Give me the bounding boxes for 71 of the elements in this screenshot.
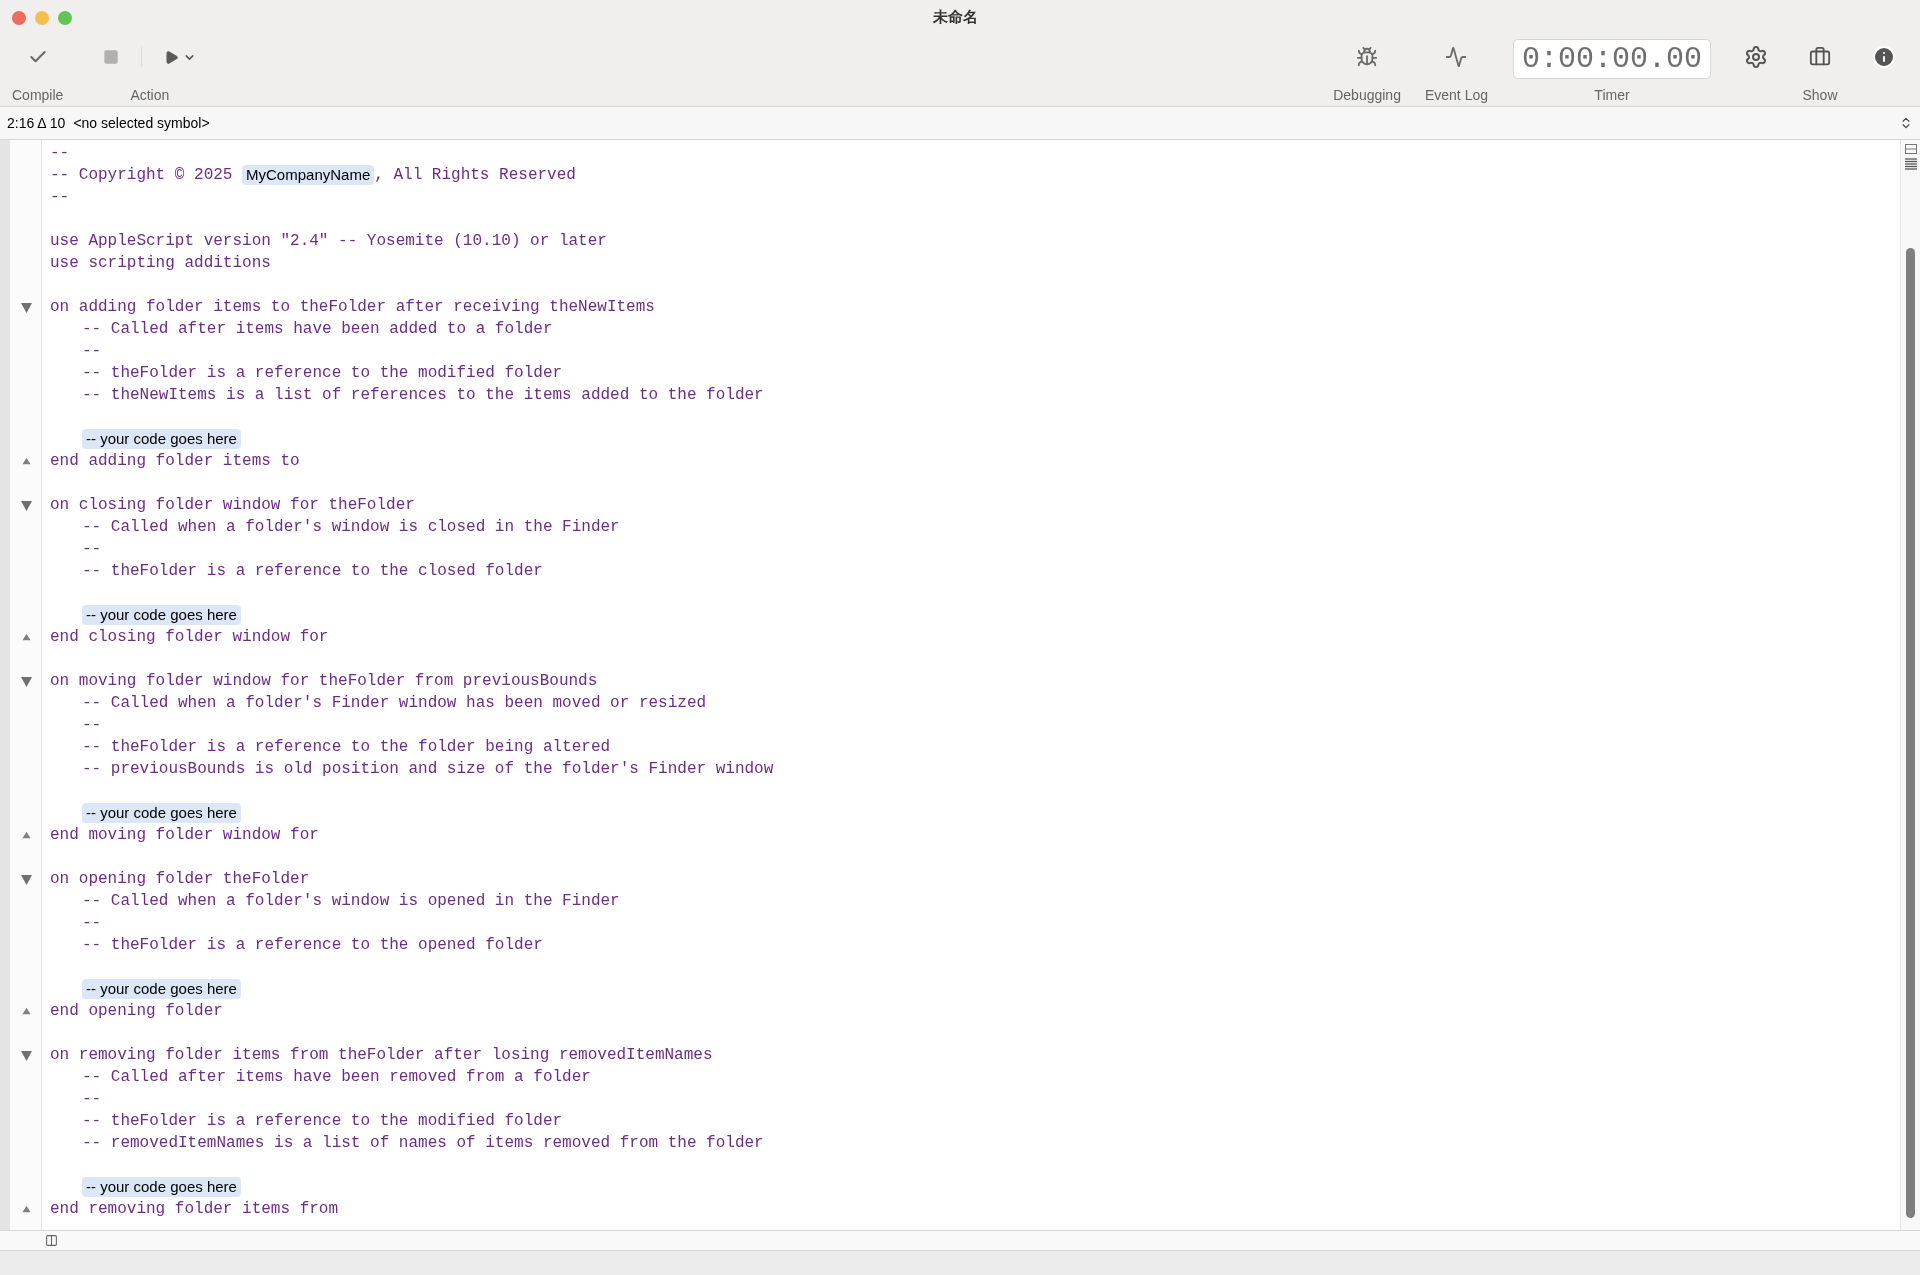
symbol-selector[interactable]: <no selected symbol> xyxy=(73,112,1899,134)
close-button[interactable] xyxy=(12,10,26,25)
code-text: -- theFolder is a reference to the modified folder xyxy=(82,1111,563,1132)
bug-icon[interactable] xyxy=(1356,46,1379,68)
code-text: -- xyxy=(82,715,102,736)
play-icon xyxy=(164,49,180,65)
code-placeholder[interactable]: -- your code goes here xyxy=(82,803,241,823)
fold-triangle-icon[interactable] xyxy=(21,457,31,465)
code-text: end moving folder window for xyxy=(50,825,319,846)
split-view-icon[interactable] xyxy=(1904,144,1917,154)
toolbar-label: Compile xyxy=(12,86,64,105)
code-text: -- Called when a folder's window is closed in the Finder xyxy=(82,517,620,538)
code-placeholder[interactable]: -- your code goes here xyxy=(82,605,241,625)
toolbar-label: Show xyxy=(1802,86,1838,105)
toolbar-label: Action xyxy=(130,86,170,105)
code-text: -- previousBounds is old position and size of the folder's Finder window xyxy=(82,759,774,780)
code-text: -- removedItemNames is a list of names of items removed from the folder xyxy=(82,1133,764,1154)
info-icon[interactable] xyxy=(1872,45,1896,69)
code-text: -- Called after items have been removed from a folder xyxy=(82,1067,591,1088)
list-icon[interactable] xyxy=(1904,158,1917,170)
code-placeholder[interactable]: MyCompanyName xyxy=(242,165,375,185)
code-text: -- theFolder is a reference to the folder being altered xyxy=(82,737,611,758)
cursor-position: 2:16 Δ 10 xyxy=(7,113,66,133)
code-text: -- Called when a folder's Finder window has been moved or resized xyxy=(82,693,707,714)
code-text: use AppleScript version "2.4" -- Yosemite (10.10) or later xyxy=(50,231,607,252)
code-text: on moving folder window for theFolder from previousBounds xyxy=(50,671,598,692)
code-text: use scripting additions xyxy=(50,253,271,274)
settings-icon[interactable] xyxy=(1744,45,1768,69)
code-text: on closing folder window for theFolder xyxy=(50,495,415,516)
code-text: -- xyxy=(50,187,70,208)
briefcase-icon[interactable] xyxy=(1809,46,1831,68)
code-placeholder[interactable]: -- your code goes here xyxy=(82,429,241,449)
code-text: end adding folder items to xyxy=(50,451,300,472)
fold-triangle-icon[interactable] xyxy=(20,499,32,511)
toolbar-label: Debugging xyxy=(1333,86,1401,105)
code-text: -- xyxy=(82,913,102,934)
code-text: end closing folder window for xyxy=(50,627,329,648)
fold-triangle-icon[interactable] xyxy=(21,1205,31,1213)
timer-display: 0:00:00.00 xyxy=(1513,39,1711,79)
code-text: -- Copyright © 2025 xyxy=(50,165,234,186)
code-text: -- xyxy=(82,341,102,362)
code-text: -- xyxy=(50,143,70,164)
code-placeholder[interactable]: -- your code goes here xyxy=(82,1177,241,1197)
fold-triangle-icon[interactable] xyxy=(20,1049,32,1061)
fold-triangle-icon[interactable] xyxy=(21,831,31,839)
code-text: on adding folder items to theFolder after receiving theNewItems xyxy=(50,297,655,318)
fold-triangle-icon[interactable] xyxy=(21,633,31,641)
waveform-icon[interactable] xyxy=(1445,46,1468,68)
toolbar-label: Event Log xyxy=(1424,86,1488,105)
code-text: , All Rights Reserved xyxy=(374,165,576,186)
window-title: 未命名 xyxy=(932,7,978,28)
code-text: -- theNewItems is a list of references to the items added to the folder xyxy=(82,385,764,406)
code-text: end opening folder xyxy=(50,1001,223,1022)
code-text: -- theFolder is a reference to the modified folder xyxy=(82,363,563,384)
toolbar-label: Timer xyxy=(1594,86,1630,105)
code-text: -- xyxy=(82,1089,102,1110)
code-text: end removing folder items from xyxy=(50,1199,339,1220)
code-text: -- theFolder is a reference to the closed folder xyxy=(82,561,543,582)
code-text: -- xyxy=(82,539,102,560)
code-text: on removing folder items from theFolder after losing removedItemNames xyxy=(50,1045,713,1066)
fold-triangle-icon[interactable] xyxy=(20,675,32,687)
scrollbar-thumb[interactable] xyxy=(1906,248,1915,1218)
code-text: -- theFolder is a reference to the opened folder xyxy=(82,935,543,956)
fold-triangle-icon[interactable] xyxy=(21,1007,31,1015)
code-text: -- Called when a folder's window is opened in the Finder xyxy=(82,891,620,912)
fold-triangle-icon[interactable] xyxy=(20,301,32,313)
code-text: -- Called after items have been added to a folder xyxy=(82,319,553,340)
code-text: on opening folder theFolder xyxy=(50,869,310,890)
split-pane-icon[interactable] xyxy=(45,1234,58,1247)
fold-triangle-icon[interactable] xyxy=(20,873,32,885)
code-placeholder[interactable]: -- your code goes here xyxy=(82,979,241,999)
